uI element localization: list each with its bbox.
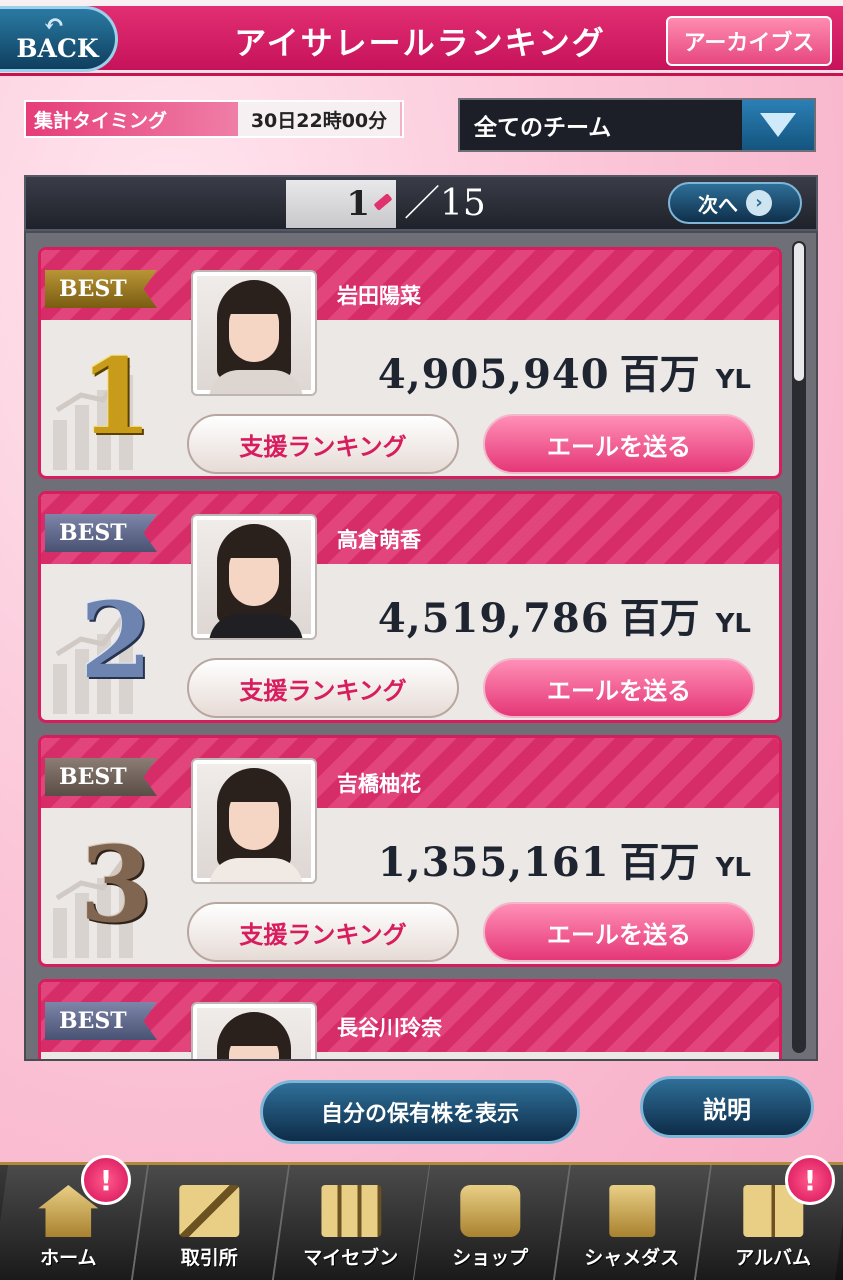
amount-unit: 百万 — [619, 352, 700, 398]
nav-item-shamedas[interactable]: シャメダス — [555, 1165, 713, 1280]
aggregation-timing: 集計タイミング 30日22時00分 — [24, 100, 404, 138]
current-page: 1 — [346, 184, 370, 224]
send-cheer-button[interactable]: エールを送る — [483, 902, 755, 962]
amount-value: 4,905,940 — [377, 351, 610, 398]
nav-label: ホーム — [40, 1247, 97, 1269]
support-ranking-button[interactable]: 支援ランキング — [187, 902, 459, 962]
nav-item-shop[interactable]: ショップ — [414, 1165, 572, 1280]
timing-label: 集計タイミング — [34, 109, 168, 132]
scrollbar[interactable] — [792, 241, 806, 1053]
dropdown-arrow-icon[interactable] — [742, 100, 814, 150]
amount-unit: 百万 — [619, 596, 700, 642]
support-ranking-button[interactable]: 支援ランキング — [187, 414, 459, 474]
ranking-card: BEST 2 高倉萌香 4,519,786 百万 YL 支援ランキング エールを… — [38, 491, 782, 723]
best-badge: BEST — [45, 758, 157, 796]
bottom-nav: ホーム ! 取引所 マイセブン ショップ シャメダス アルバム ! — [0, 1155, 843, 1280]
nav-label: マイセブン — [302, 1247, 398, 1269]
rank-number: 1 — [79, 335, 153, 458]
member-photo[interactable] — [191, 514, 317, 640]
timing-value: 30日22時00分 — [238, 102, 400, 136]
pencil-icon — [373, 193, 393, 211]
help-button[interactable]: 説明 — [640, 1076, 814, 1138]
support-ranking-button[interactable]: 支援ランキング — [187, 658, 459, 718]
scrollbar-thumb[interactable] — [794, 243, 804, 381]
notification-badge-icon: ! — [80, 1155, 131, 1205]
notification-badge-icon: ! — [784, 1155, 835, 1205]
photo-card-icon — [609, 1185, 656, 1237]
currency-label: YL — [715, 365, 751, 395]
amount-value: 1,355,161 — [377, 839, 610, 886]
member-name: 長谷川玲奈 — [337, 1016, 442, 1040]
member-photo[interactable] — [191, 270, 317, 396]
team-filter-value: 全てのチーム — [474, 115, 612, 141]
header-bar: ↶ BACK アイサレールランキング アーカイブス — [0, 0, 843, 76]
currency-label: YL — [715, 853, 751, 883]
nav-item-album[interactable]: アルバム ! — [696, 1155, 843, 1280]
member-name: 高倉萌香 — [337, 528, 421, 552]
member-photo[interactable] — [191, 758, 317, 884]
best-badge: BEST — [45, 1002, 157, 1040]
back-button[interactable]: ↶ BACK — [0, 6, 118, 72]
page-total: ／15 — [404, 183, 486, 224]
nav-label: ショップ — [453, 1247, 530, 1269]
nav-label: アルバム — [734, 1247, 811, 1269]
support-amount: 4,905,940 百万 YL — [378, 342, 751, 400]
support-amount: 4,519,786 百万 YL — [378, 586, 751, 644]
rank-number: 2 — [79, 579, 153, 702]
nav-label: 取引所 — [181, 1247, 239, 1269]
support-amount: 1,355,161 百万 YL — [378, 830, 751, 888]
show-holdings-button[interactable]: 自分の保有株を表示 — [260, 1080, 580, 1144]
pagination-bar: 1 ／15 次へ › — [24, 175, 818, 231]
amount-unit: 百万 — [619, 840, 700, 886]
nav-label: シャメダス — [584, 1247, 680, 1269]
best-badge: BEST — [45, 270, 157, 308]
next-label: 次へ — [698, 192, 738, 217]
ranking-card: BEST 1 岩田陽菜 4,905,940 百万 YL 支援ランキング エールを… — [38, 247, 782, 479]
members-icon — [320, 1185, 381, 1237]
chart-icon — [179, 1185, 240, 1237]
member-name: 岩田陽菜 — [337, 284, 421, 308]
ranking-list[interactable]: BEST 1 岩田陽菜 4,905,940 百万 YL 支援ランキング エールを… — [24, 231, 818, 1061]
rank-number: 3 — [79, 823, 153, 946]
nav-item-home[interactable]: ホーム ! — [0, 1155, 149, 1280]
page-title: アイサレールランキング — [234, 24, 606, 62]
chevron-right-icon: › — [746, 190, 772, 216]
amount-value: 4,519,786 — [377, 595, 610, 642]
send-cheer-button[interactable]: エールを送る — [483, 414, 755, 474]
nav-item-exchange[interactable]: 取引所 — [132, 1165, 290, 1280]
team-filter-select[interactable]: 全てのチーム — [458, 98, 816, 152]
nav-item-my-seven[interactable]: マイセブン — [273, 1165, 431, 1280]
shop-icon — [461, 1185, 522, 1237]
back-arrow-icon: ↶ — [43, 10, 65, 40]
ranking-card: BEST 長谷川玲奈 — [38, 979, 782, 1059]
page-number-input[interactable]: 1 — [286, 180, 396, 228]
best-badge: BEST — [45, 514, 157, 552]
currency-label: YL — [715, 609, 751, 639]
send-cheer-button[interactable]: エールを送る — [483, 658, 755, 718]
member-photo[interactable] — [191, 1002, 317, 1059]
archive-button[interactable]: アーカイブス — [666, 16, 832, 66]
ranking-card: BEST 3 吉橋柚花 1,355,161 百万 YL 支援ランキング エールを… — [38, 735, 782, 967]
next-page-button[interactable]: 次へ › — [668, 182, 802, 224]
member-name: 吉橋柚花 — [337, 772, 421, 796]
